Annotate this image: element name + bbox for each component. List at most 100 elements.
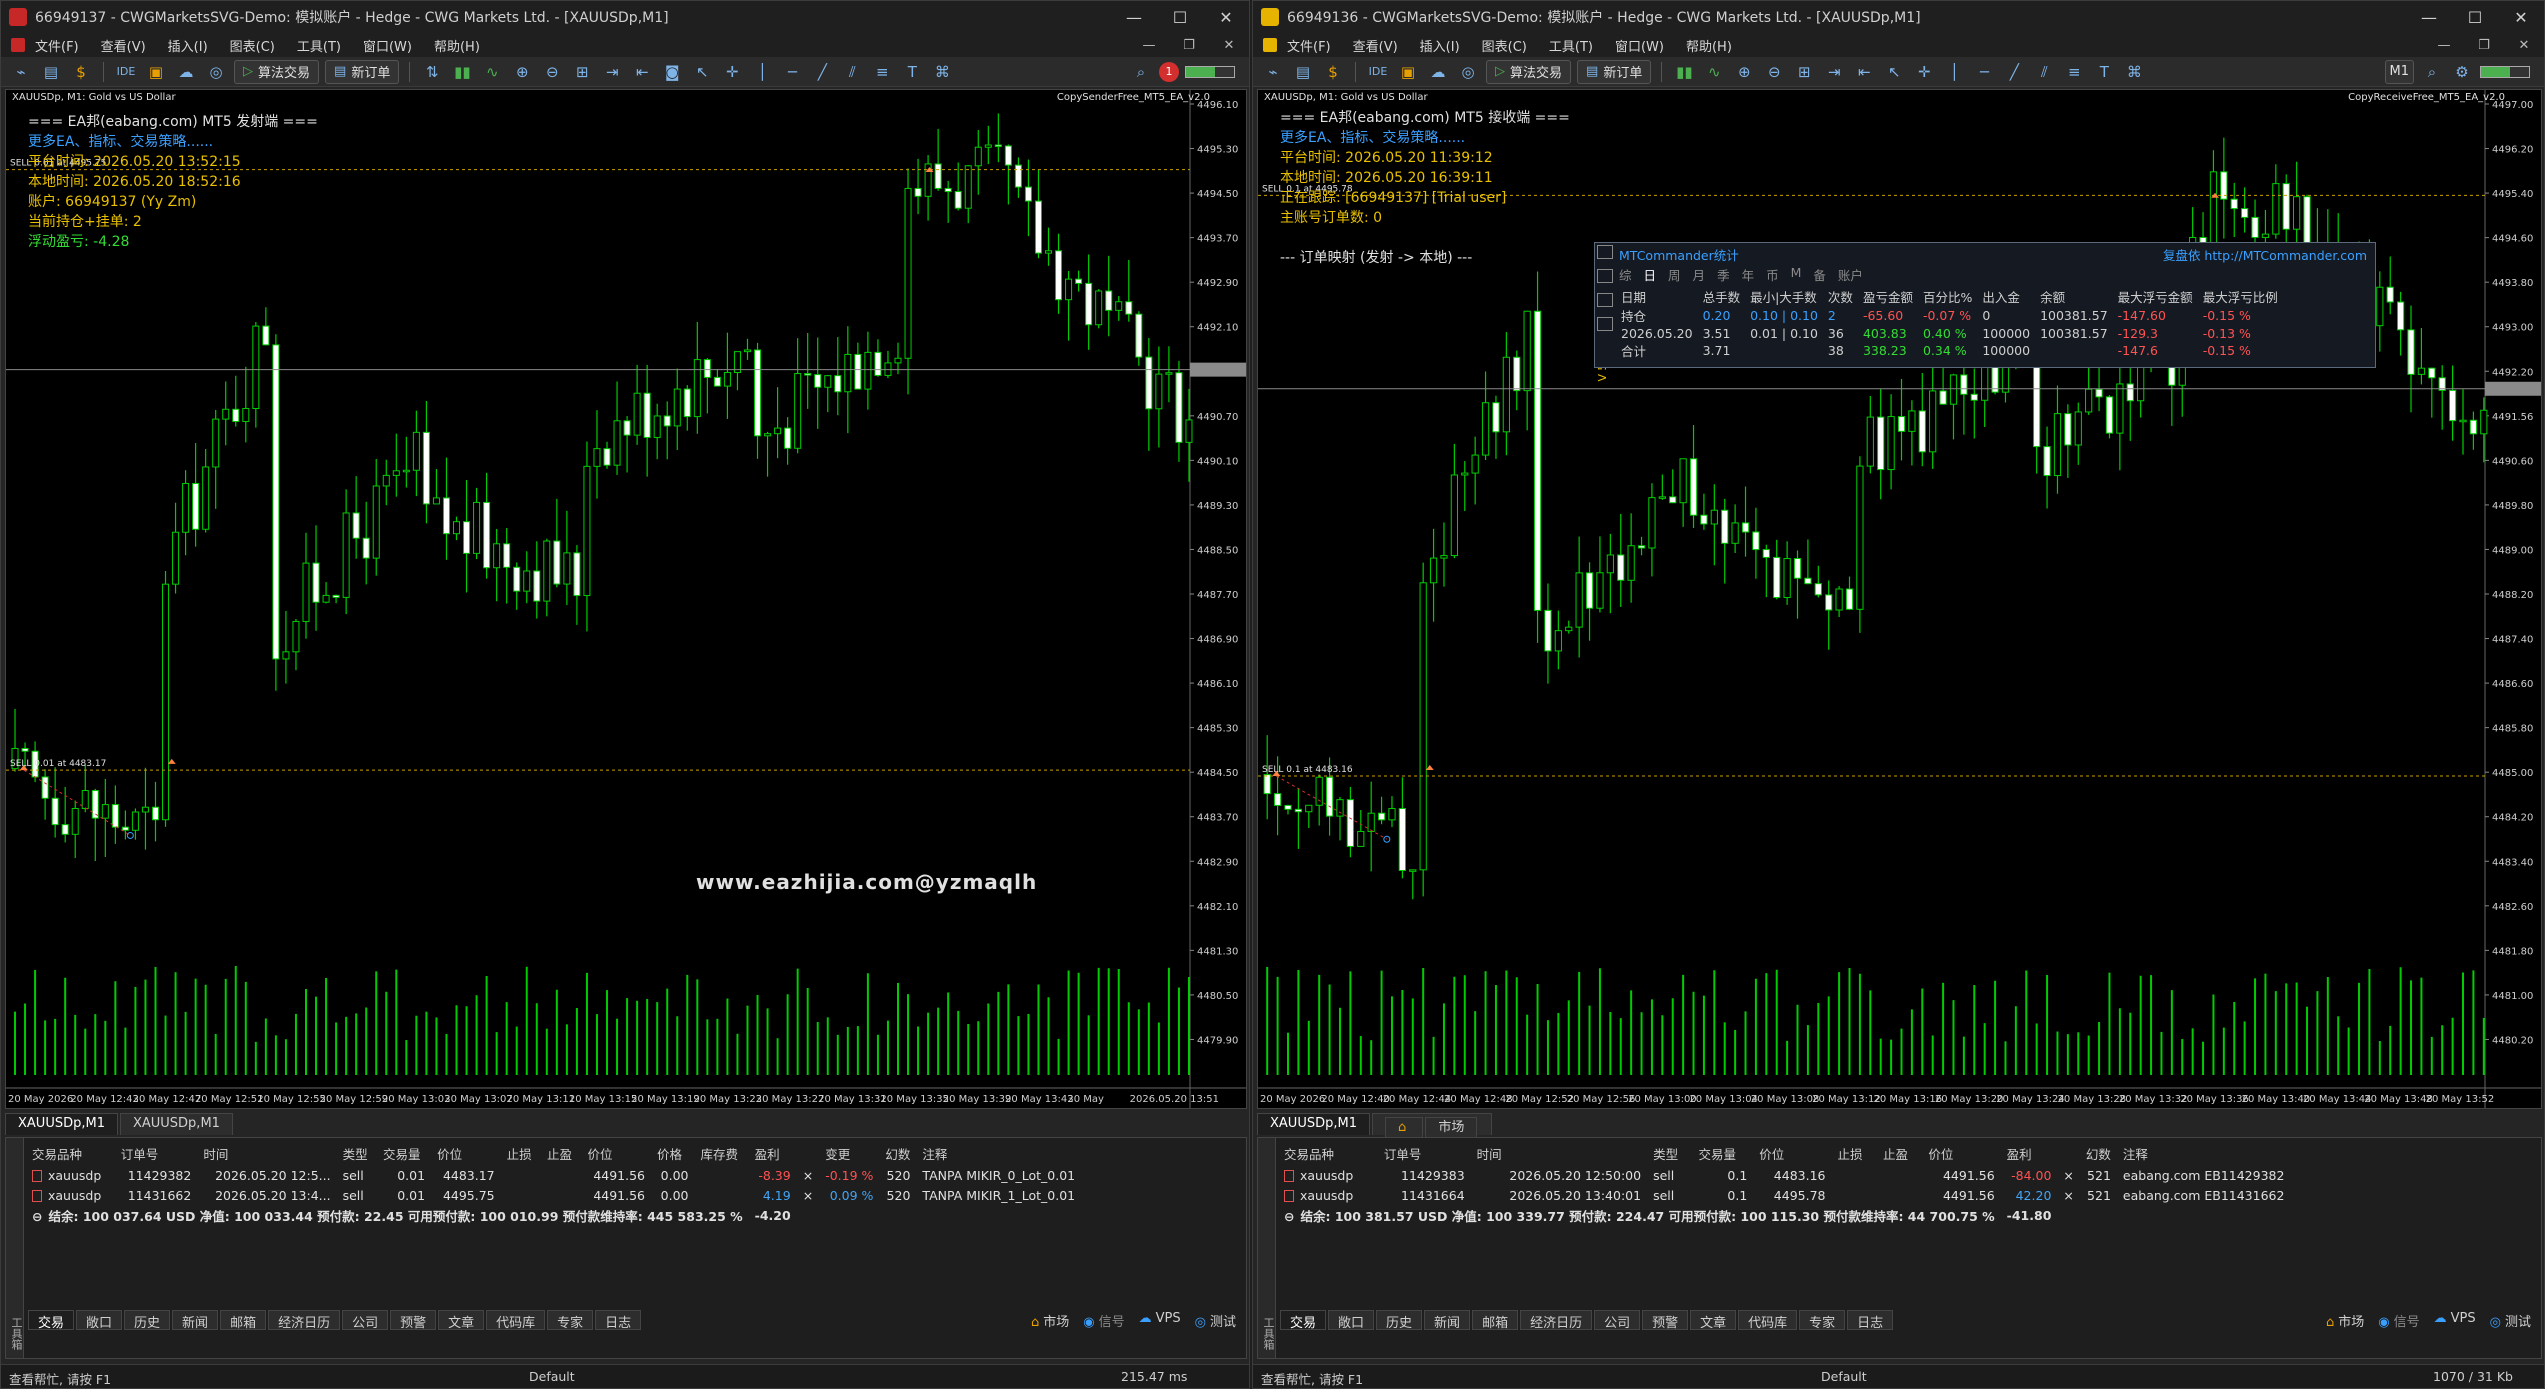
shapes-icon[interactable]: ⌘ [930, 61, 954, 83]
menu-help[interactable]: 帮助(H) [434, 36, 480, 55]
toolbox-tab[interactable]: 邮箱 [220, 1310, 267, 1331]
text-icon[interactable]: T [2092, 61, 2116, 83]
crosshair-icon[interactable]: ✛ [1912, 61, 1936, 83]
algo-trading-button[interactable]: ▷ 算法交易 [1486, 59, 1572, 84]
menu-charts[interactable]: 图表(C) [230, 36, 275, 55]
toolbox-tab[interactable]: 敞口 [1328, 1310, 1375, 1331]
column-header[interactable]: 止损 [501, 1142, 541, 1165]
child-close-button[interactable]: ✕ [2504, 38, 2544, 53]
toolbox-tab[interactable]: 交易 [1280, 1310, 1327, 1331]
mtc-option-button[interactable] [1597, 293, 1613, 307]
channel-icon[interactable]: ⫽ [840, 61, 864, 83]
shapes-icon[interactable]: ⌘ [2122, 61, 2146, 83]
link-tester[interactable]: ◎ 测试 [2490, 1311, 2531, 1330]
mtc-tab[interactable]: 账户 [1838, 265, 1863, 284]
toolbox-tab[interactable]: 邮箱 [1472, 1310, 1519, 1331]
link-tester[interactable]: ◎ 测试 [1195, 1311, 1236, 1330]
candles-icon[interactable]: ▮▮ [450, 61, 474, 83]
link-signal[interactable]: ◉ 信号 [2378, 1311, 2419, 1330]
column-header[interactable]: 幻数 [2080, 1142, 2117, 1165]
menu-tools[interactable]: 工具(T) [297, 36, 341, 55]
signal-icon[interactable]: ◎ [1456, 61, 1480, 83]
notification-badge[interactable]: 1 [1159, 61, 1179, 82]
column-header[interactable]: 止盈 [1877, 1142, 1922, 1165]
chart-tab[interactable]: XAUUSDp,M1 [5, 1113, 118, 1135]
link-vps[interactable]: ☁ VPS [1139, 1311, 1181, 1330]
table-row[interactable]: xauusdp 11429382 2026.05.20 12:5... sell 0.0… [26, 1165, 1081, 1185]
column-header[interactable]: 价位 [431, 1142, 501, 1165]
shop-icon[interactable]: ▣ [144, 61, 168, 83]
trendline-icon[interactable]: ╱ [2002, 61, 2026, 83]
column-header[interactable]: 类型 [1647, 1142, 1692, 1165]
timeframe-button[interactable]: M1 [2384, 59, 2414, 84]
column-header[interactable]: 库存费 [695, 1142, 749, 1165]
cloud-icon[interactable]: ☁ [174, 61, 198, 83]
zoom-out-icon[interactable]: ⊖ [1762, 61, 1786, 83]
toolbox-tab[interactable]: 敞口 [76, 1310, 123, 1331]
column-header[interactable]: 交易品种 [26, 1142, 115, 1165]
toolbox-tab[interactable]: 历史 [1376, 1310, 1423, 1331]
maximize-button[interactable]: ☐ [2452, 1, 2498, 33]
search-icon[interactable]: ⌕ [1129, 61, 1153, 83]
horizontal-line-icon[interactable]: ─ [780, 61, 804, 83]
close-button[interactable]: ✕ [1203, 1, 1249, 33]
table-row[interactable]: xauusdp 11429383 2026.05.20 12:50:00 sell 0.… [1278, 1165, 2290, 1185]
trendline-icon[interactable]: ╱ [810, 61, 834, 83]
menu-insert[interactable]: 插入(I) [168, 36, 208, 55]
menu-file[interactable]: 文件(F) [1287, 36, 1331, 55]
menu-tools[interactable]: 工具(T) [1549, 36, 1593, 55]
menu-view[interactable]: 查看(V) [101, 36, 146, 55]
zoom-in-icon[interactable]: ⊕ [1732, 61, 1756, 83]
autoscroll-icon[interactable]: ⇥ [1822, 61, 1846, 83]
link-market[interactable]: ⌂ 市场 [1031, 1311, 1069, 1330]
toolbox-tab[interactable]: 代码库 [486, 1310, 546, 1331]
link-vps[interactable]: ☁ VPS [2434, 1311, 2476, 1330]
dollar-icon[interactable]: $ [1321, 61, 1345, 83]
toolbox-tab[interactable]: 历史 [124, 1310, 171, 1331]
menu-charts[interactable]: 图表(C) [1482, 36, 1527, 55]
mtc-tab[interactable]: 币 [1766, 265, 1779, 284]
settings-icon[interactable]: ⚙ [2450, 61, 2474, 83]
mtc-option-button[interactable] [1597, 269, 1613, 283]
toolbox-tab[interactable]: 新闻 [1424, 1310, 1471, 1331]
chart-type-icon[interactable]: ⌁ [9, 61, 33, 83]
grid-icon[interactable]: ⊞ [570, 61, 594, 83]
chart-shift-icon[interactable]: ⇤ [1852, 61, 1876, 83]
menu-window[interactable]: 窗口(W) [1615, 36, 1664, 55]
chart-type-icon[interactable]: ⌁ [1261, 61, 1285, 83]
vertical-line-icon[interactable]: │ [1942, 61, 1966, 83]
column-header[interactable]: 订单号 [1378, 1142, 1471, 1165]
toolbox-tab[interactable]: 专家 [547, 1310, 594, 1331]
close-order-icon[interactable]: × [797, 1165, 819, 1185]
line-chart-icon[interactable]: ∿ [1702, 61, 1726, 83]
menu-window[interactable]: 窗口(W) [363, 36, 412, 55]
column-header[interactable] [2057, 1142, 2079, 1165]
toolbox-tab[interactable]: 预警 [1642, 1310, 1689, 1331]
child-minimize-button[interactable]: — [2424, 38, 2464, 53]
column-header[interactable]: 类型 [337, 1142, 377, 1165]
mtc-tab[interactable]: 季 [1717, 265, 1730, 284]
toolbox-tab[interactable]: 交易 [28, 1310, 75, 1331]
cloud-icon[interactable]: ☁ [1426, 61, 1450, 83]
screenshot-icon[interactable]: ◙ [660, 61, 684, 83]
toolbox-tab[interactable]: 新闻 [172, 1310, 219, 1331]
menu-file[interactable]: 文件(F) [35, 36, 79, 55]
zoom-in-icon[interactable]: ⊕ [510, 61, 534, 83]
collapse-icon[interactable]: ⊖ [32, 1209, 42, 1224]
price-chart[interactable]: 4496.10 4495.30 4494.50 4493.70 4492.90 4492.… [5, 89, 1247, 1109]
mtc-tab[interactable]: 月 [1693, 265, 1706, 284]
column-header[interactable]: 交易量 [377, 1142, 431, 1165]
mtc-tab[interactable]: 年 [1742, 265, 1755, 284]
close-button[interactable]: ✕ [2498, 1, 2544, 33]
chart-tab[interactable]: XAUUSDp,M1 [1257, 1113, 1370, 1135]
close-order-icon[interactable]: × [797, 1185, 819, 1205]
close-order-icon[interactable]: × [2057, 1165, 2079, 1185]
price-chart[interactable]: 4497.00 4496.20 4495.40 4494.60 4493.80 4493.… [1257, 89, 2542, 1109]
toolbox-tab[interactable]: 文章 [438, 1310, 485, 1331]
search-icon[interactable]: ⌕ [2420, 61, 2444, 83]
column-header[interactable]: 价位 [1922, 1142, 2000, 1165]
line-chart-icon[interactable]: ∿ [480, 61, 504, 83]
toolbox-tab[interactable]: 日志 [1847, 1310, 1894, 1331]
toolbox-tab[interactable]: 公司 [342, 1310, 389, 1331]
crosshair-icon[interactable]: ✛ [720, 61, 744, 83]
